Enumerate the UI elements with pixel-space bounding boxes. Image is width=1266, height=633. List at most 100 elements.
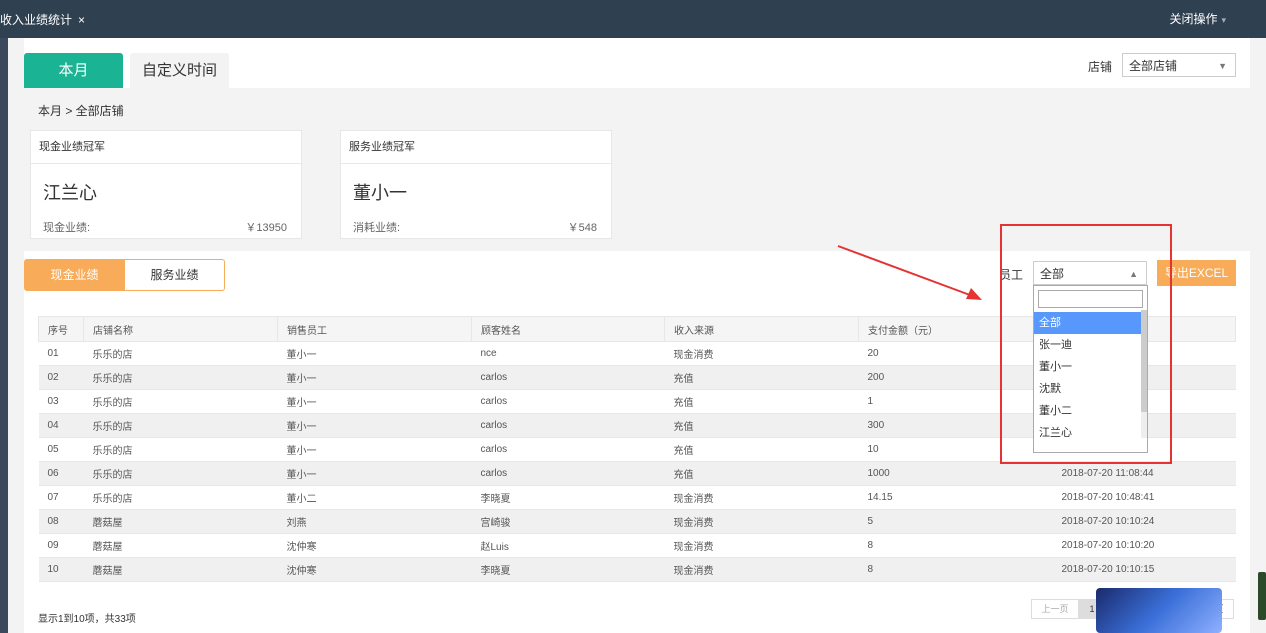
highlight-box [1000, 224, 1172, 464]
close-tab-icon[interactable]: × [78, 13, 85, 27]
tab-this-month[interactable]: 本月 [24, 53, 123, 88]
metric-value: ￥548 [567, 222, 597, 234]
col-header: 销售员工 [277, 316, 472, 342]
table-cell: 10 [38, 557, 84, 582]
table-cell: 现金消费 [664, 485, 859, 510]
store-select-value: 全部店铺 [1129, 59, 1178, 73]
table-cell: 蘑菇屋 [83, 509, 278, 534]
table-cell: carlos [471, 365, 665, 390]
results-summary: 显示1到10项，共33项 [38, 614, 136, 625]
close-operations-label: 关闭操作 [1169, 12, 1218, 26]
table-cell: nce [471, 341, 665, 366]
table-cell: 2018-07-20 10:10:15 [1052, 557, 1236, 582]
card-title: 服务业绩冠军 [341, 131, 611, 164]
table-cell: 5 [858, 509, 1053, 534]
table-cell: 2018-07-20 10:10:24 [1052, 509, 1236, 534]
table-cell: 乐乐的店 [83, 413, 278, 438]
table-cell: 04 [38, 413, 84, 438]
segment-cash[interactable]: 现金业绩 [24, 259, 125, 291]
table-cell: 充值 [664, 365, 859, 390]
table-cell: 沈仲寒 [277, 557, 472, 582]
table-cell: 乐乐的店 [83, 365, 278, 390]
main-content: 本月 自定义时间 店铺 全部店铺 ▼ 本月 > 全部店铺 现金业绩冠军 江兰心 现… [8, 38, 1266, 633]
table-cell: 07 [38, 485, 84, 510]
table-cell: 充值 [664, 413, 859, 438]
table-cell: 08 [38, 509, 84, 534]
service-champion-card: 服务业绩冠军 董小一 消耗业绩: ￥548 [340, 130, 612, 239]
table-cell: 董小一 [277, 437, 472, 462]
table-cell: carlos [471, 389, 665, 414]
table-cell: 董小一 [277, 341, 472, 366]
table-cell: carlos [471, 413, 665, 438]
metric-value: ￥13950 [245, 222, 287, 234]
table-cell: 充值 [664, 389, 859, 414]
table-row: 08 蘑菇屋 刘燕 宫崎骏 现金消费 5 2018-07-20 10:10:24 [38, 509, 1236, 534]
table-cell: carlos [471, 461, 665, 486]
table-cell: 现金消费 [664, 509, 859, 534]
table-cell: 乐乐的店 [83, 461, 278, 486]
table-cell: 8 [858, 557, 1053, 582]
table-cell: 14.15 [858, 485, 1053, 510]
table-cell: 乐乐的店 [83, 341, 278, 366]
game-avatar-image [1096, 588, 1222, 633]
table-cell: 蘑菇屋 [83, 557, 278, 582]
table-row: 10 蘑菇屋 沈仲寒 李晓夏 现金消费 8 2018-07-20 10:10:15 [38, 557, 1236, 582]
col-header: 顾客姓名 [471, 316, 665, 342]
table-cell: 09 [38, 533, 84, 558]
close-operations-menu[interactable]: 关闭操作 ▾ [1169, 10, 1226, 27]
metric-label: 消耗业绩: [353, 222, 401, 234]
champion-name: 江兰心 [43, 183, 97, 203]
breadcrumb: 本月 > 全部店铺 [38, 104, 124, 118]
table-cell: carlos [471, 437, 665, 462]
table-cell: 1000 [858, 461, 1053, 486]
table-cell: 李晓夏 [471, 485, 665, 510]
table-cell: 2018-07-20 11:08:44 [1052, 461, 1236, 486]
table-cell: 03 [38, 389, 84, 414]
chevron-down-icon: ▾ [1221, 15, 1226, 25]
table-cell: 刘燕 [277, 509, 472, 534]
table-cell: 02 [38, 365, 84, 390]
cash-champion-card: 现金业绩冠军 江兰心 现金业绩: ￥13950 [30, 130, 302, 239]
card-title: 现金业绩冠军 [31, 131, 301, 164]
table-row: 06 乐乐的店 董小一 carlos 充值 1000 2018-07-20 11:08:44 [38, 461, 1236, 486]
table-cell: 沈仲寒 [277, 533, 472, 558]
table-cell: 充值 [664, 461, 859, 486]
annotation-arrow-icon [837, 245, 982, 300]
store-filter-label: 店铺 [1088, 60, 1113, 74]
prev-page-button[interactable]: 上一页 [1031, 599, 1079, 619]
table-cell: 董小一 [277, 389, 472, 414]
table-cell: 8 [858, 533, 1053, 558]
table-cell: 乐乐的店 [83, 389, 278, 414]
metric-label: 现金业绩: [43, 222, 91, 234]
table-cell: 董小一 [277, 461, 472, 486]
table-cell: 蘑菇屋 [83, 533, 278, 558]
store-select[interactable]: 全部店铺 ▼ [1122, 53, 1236, 77]
dropdown-arrow-icon: ▼ [1218, 61, 1227, 71]
segment-service[interactable]: 服务业绩 [124, 259, 225, 291]
col-header: 序号 [38, 316, 84, 342]
table-cell: 李晓夏 [471, 557, 665, 582]
page-tab-label: 收入业绩统计 [0, 13, 73, 27]
table-row: 09 蘑菇屋 沈仲寒 赵Luis 现金消费 8 2018-07-20 10:10:20 [38, 533, 1236, 558]
side-widget-handle[interactable] [1258, 572, 1266, 620]
table-cell: 2018-07-20 10:48:41 [1052, 485, 1236, 510]
table-cell: 现金消费 [664, 533, 859, 558]
page-tab[interactable]: 收入业绩统计 × [0, 6, 91, 34]
col-header: 店铺名称 [83, 316, 278, 342]
tab-custom-time[interactable]: 自定义时间 [130, 53, 229, 88]
table-cell: 2018-07-20 10:10:20 [1052, 533, 1236, 558]
table-row: 07 乐乐的店 董小二 李晓夏 现金消费 14.15 2018-07-20 10:48:41 [38, 485, 1236, 510]
filter-panel: 本月 自定义时间 店铺 全部店铺 ▼ [24, 38, 1250, 88]
table-cell: 董小一 [277, 365, 472, 390]
table-cell: 06 [38, 461, 84, 486]
table-cell: 现金消费 [664, 557, 859, 582]
table-cell: 乐乐的店 [83, 485, 278, 510]
left-sidebar-strip [0, 38, 8, 633]
table-cell: 05 [38, 437, 84, 462]
table-footer: 显示1到10项，共33项 上一页1234下一页 [24, 599, 1250, 633]
table-cell: 01 [38, 341, 84, 366]
top-navbar: 收入业绩统计 × 关闭操作 ▾ [0, 0, 1266, 38]
champion-name: 董小一 [353, 183, 407, 203]
table-cell: 宫崎骏 [471, 509, 665, 534]
table-cell: 乐乐的店 [83, 437, 278, 462]
